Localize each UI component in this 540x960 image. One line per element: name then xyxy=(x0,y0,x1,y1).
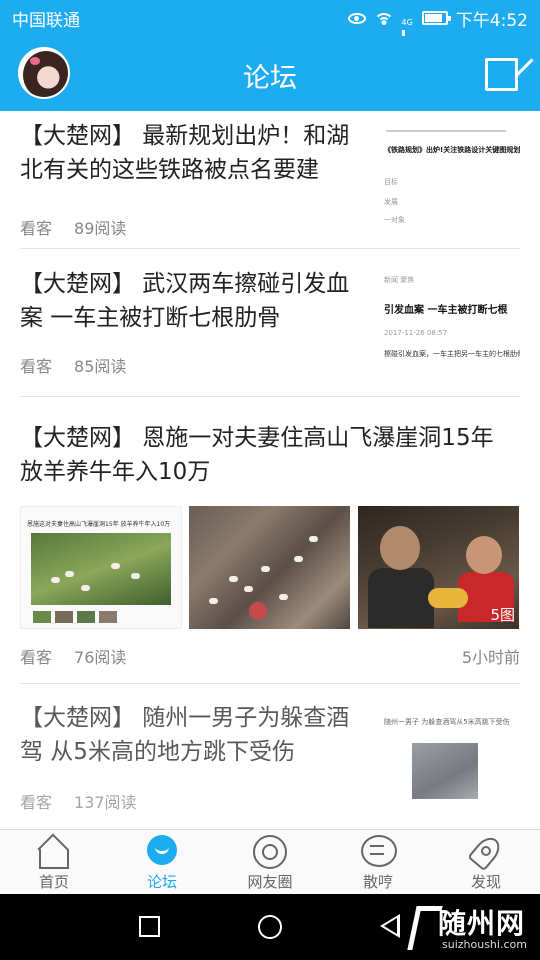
post-image[interactable]: 5图 xyxy=(358,506,519,629)
thumb-text: 《铁路规划》出炉!关注铁路设计关键图规划 xyxy=(384,146,520,154)
forum-icon xyxy=(142,835,182,869)
home-icon xyxy=(36,835,72,869)
post-author: 看客 xyxy=(20,648,53,667)
thumb-text: 擦碰引发血案，一车主把另一车主的七根肋骨 xyxy=(384,350,520,358)
tab-label: 论坛 xyxy=(146,873,177,891)
post-author: 看客 xyxy=(20,357,53,376)
recent-apps-button[interactable] xyxy=(139,916,160,937)
thumb-text: 随州一男子 为躲查酒驾从5米高跳下受伤 xyxy=(384,718,510,726)
chat-icon xyxy=(360,835,397,869)
rocket-icon xyxy=(468,835,504,869)
back-button[interactable] xyxy=(380,914,400,938)
post-meta: 看客 89阅读 xyxy=(20,215,126,239)
divider xyxy=(20,396,520,397)
tab-discover[interactable]: 发现 xyxy=(432,830,540,894)
thumb-text: 一对象 xyxy=(384,216,405,224)
post-image[interactable] xyxy=(189,506,350,629)
post-footer: 看客 76阅读 5小时前 xyxy=(20,644,520,668)
post-thumbnail[interactable]: 《铁路规划》出炉!关注铁路设计关键图规划 目标 发展 一对象 xyxy=(382,125,520,225)
eye-comfort-icon xyxy=(347,12,366,24)
tab-label: 首页 xyxy=(38,873,69,891)
post-meta: 看客 85阅读 xyxy=(20,353,126,377)
post-headline[interactable]: 【大楚网】 武汉两车擦碰引发血案 一车主被打断七根肋骨 xyxy=(20,267,370,335)
watermark-name: 随州网 xyxy=(438,907,526,940)
post-image[interactable]: 恩施这对夫妻住高山飞瀑崖洞15年 放羊养牛年入10万 xyxy=(20,506,182,629)
bottom-tab-bar: 首页 论坛 网友圈 散哼 发现 xyxy=(0,829,540,894)
home-button[interactable] xyxy=(258,915,282,939)
post-thumbnail[interactable]: 随州一男子 为躲查酒驾从5米高跳下受伤 xyxy=(382,701,520,811)
thumb-text: 2017-11-26 08:57 xyxy=(384,329,448,337)
thumb-text: 引发血案 一车主被打断七根 xyxy=(384,305,508,316)
compose-post-button[interactable] xyxy=(485,58,518,91)
post-item[interactable]: 【大楚网】 最新规划出炉！和湖北有关的这些铁路被点名要建 看客 89阅读 《铁路规… xyxy=(20,119,520,239)
read-count: 85阅读 xyxy=(74,357,127,376)
post-feed[interactable]: 【大楚网】 最新规划出炉！和湖北有关的这些铁路被点名要建 看客 89阅读 《铁路规… xyxy=(0,111,540,829)
network-type: 4G xyxy=(401,18,413,27)
status-bar: 中国联通 4G 下午4:52 xyxy=(0,0,540,65)
tab-forum[interactable]: 论坛 xyxy=(108,830,216,894)
post-author: 看客 xyxy=(20,793,53,812)
watermark-domain: suizhoushi.com xyxy=(442,938,527,951)
tab-label: 发现 xyxy=(470,873,501,891)
wifi-icon xyxy=(373,11,394,25)
divider xyxy=(20,248,520,249)
system-nav-bar: 随州网 suizhoushi.com xyxy=(0,894,540,960)
post-time: 5小时前 xyxy=(461,648,520,667)
page-title: 论坛 xyxy=(243,63,297,94)
tab-label: 散哼 xyxy=(362,873,393,891)
friends-circle-icon xyxy=(252,835,288,869)
read-count: 137阅读 xyxy=(74,793,137,812)
thumb-text: 目标 xyxy=(384,178,398,186)
tab-home[interactable]: 首页 xyxy=(0,830,108,894)
post-thumbnail[interactable]: 新闻 聚焦 引发血案 一车主被打断七根 2017-11-26 08:57 擦碰引… xyxy=(382,271,520,367)
post-item[interactable]: 【大楚网】 随州一男子为躲查酒驾 从5米高的地方跳下受伤 看客 137阅读 随州一… xyxy=(20,701,520,821)
thumb-text: 发展 xyxy=(384,198,398,206)
thumb-text: 新闻 聚焦 xyxy=(384,276,415,284)
site-watermark: 随州网 suizhoushi.com xyxy=(407,900,538,956)
post-meta: 看客 76阅读 xyxy=(20,644,126,668)
divider xyxy=(20,683,520,684)
post-headline[interactable]: 【大楚网】 随州一男子为躲查酒驾 从5米高的地方跳下受伤 xyxy=(20,701,370,769)
post-headline[interactable]: 【大楚网】 恩施一对夫妻住高山飞瀑崖洞15年 放羊养牛年入10万 xyxy=(20,421,520,489)
battery-icon xyxy=(421,11,451,25)
post-item[interactable]: 【大楚网】 武汉两车擦碰引发血案 一车主被打断七根肋骨 看客 85阅读 新闻 聚焦… xyxy=(20,267,520,387)
post-author: 看客 xyxy=(20,219,53,238)
clock: 下午4:52 xyxy=(455,10,528,31)
tab-chat[interactable]: 散哼 xyxy=(324,830,432,894)
read-count: 89阅读 xyxy=(74,219,127,238)
post-headline[interactable]: 【大楚网】 最新规划出炉！和湖北有关的这些铁路被点名要建 xyxy=(20,119,370,187)
read-count: 76阅读 xyxy=(74,648,127,667)
tab-friends-circle[interactable]: 网友圈 xyxy=(216,830,324,894)
signal-icon: 4G xyxy=(401,10,414,65)
image-count-badge: 5图 xyxy=(490,606,515,624)
post-meta: 看客 137阅读 xyxy=(20,789,137,813)
tab-label: 网友圈 xyxy=(247,873,293,891)
watermark-stamp-icon xyxy=(249,602,267,620)
carrier-name: 中国联通 xyxy=(12,10,80,31)
app-header: 论坛 xyxy=(0,36,540,111)
thumb-text: 恩施这对夫妻住高山飞瀑崖洞15年 放羊养牛年入10万 xyxy=(27,521,171,528)
